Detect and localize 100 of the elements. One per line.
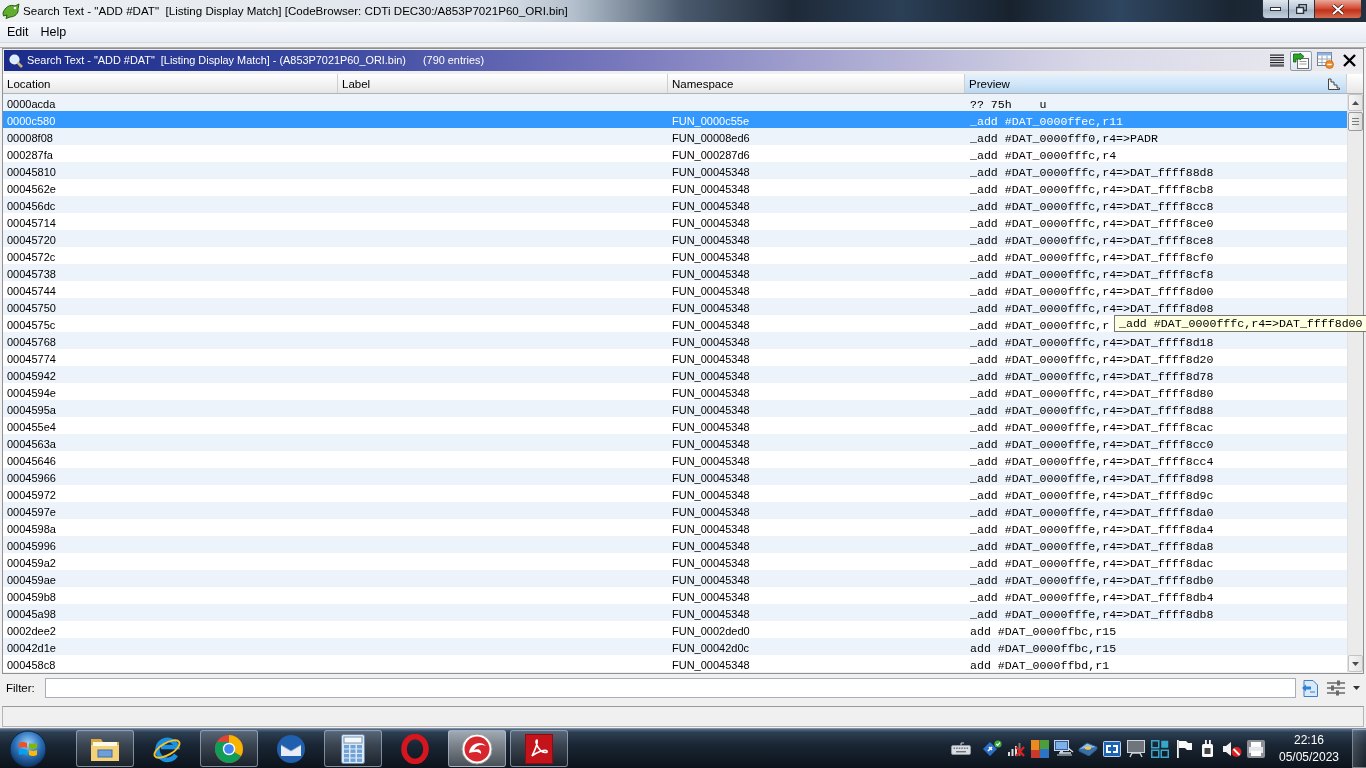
table-row[interactable]: 00045744 FUN_00045348 _add #DAT_0000fffc,r4=>DAT_ffff8d00 [3, 281, 1347, 298]
preview-cell-text: _add #DAT_0000fffe,r4=>DAT_ffff8da8 [969, 539, 1214, 555]
taskbar-button[interactable] [76, 730, 134, 767]
signal-off-icon[interactable] [1007, 740, 1025, 757]
preview-cell-text: _add #DAT_0000fffe,r4=>DAT_ffff8d98 [969, 471, 1214, 487]
table-row[interactable]: 00008f08 FUN_00008ed6 _add #DAT_0000fff0,r4=>PADR [3, 128, 1347, 145]
table-row[interactable]: 0004563a FUN_00045348 _add #DAT_0000fffe,r4=>DAT_ffff8cc0 [3, 434, 1347, 451]
location-cell-text: 0000c580 [6, 114, 56, 129]
table-row[interactable]: 00045714 FUN_00045348 _add #DAT_0000fffc,r4=>DAT_ffff8ce0 [3, 213, 1347, 230]
table-row[interactable]: 00045738 FUN_00045348 _add #DAT_0000fffc,r4=>DAT_ffff8cf8 [3, 264, 1347, 281]
table-row[interactable]: 0004598a FUN_00045348 _add #DAT_0000fffe,r4=>DAT_ffff8da4 [3, 519, 1347, 536]
start-orb-icon [9, 729, 47, 768]
square-logo-icon[interactable] [1103, 740, 1121, 757]
preview-cell-text: _add #DAT_0000fffe,r4=>DAT_ffff8db8 [969, 607, 1214, 623]
sliders-icon[interactable] [1327, 680, 1345, 696]
table-row[interactable]: 00045996 FUN_00045348 _add #DAT_0000fffe,r4=>DAT_ffff8da8 [3, 536, 1347, 553]
scroll-down-button[interactable] [1348, 655, 1363, 672]
table-row[interactable]: 0004595a FUN_00045348 _add #DAT_0000fffc,r4=>DAT_ffff8d88 [3, 400, 1347, 417]
namespace-cell-text: FUN_00045348 [671, 386, 750, 401]
flag-icon[interactable] [1176, 739, 1192, 758]
table-row[interactable]: 00045646 FUN_00045348 _add #DAT_0000fffe,r4=>DAT_ffff8cc4 [3, 451, 1347, 468]
taskbar-button[interactable] [510, 730, 568, 767]
keyboard-icon[interactable] [951, 742, 971, 755]
restore-icon [1296, 4, 1307, 14]
preview-cell-text: _add #DAT_0000fffc,r4=>DAT_ffff8cb8 [969, 182, 1214, 198]
namespace-cell-text: FUN_00045348 [671, 233, 750, 248]
taskbar-button[interactable] [448, 730, 506, 767]
table-row[interactable]: 000459ae FUN_00045348 _add #DAT_0000fffe,r4=>DAT_ffff8db0 [3, 570, 1347, 587]
table-row[interactable]: 000459b8 FUN_00045348 _add #DAT_0000fffe,r4=>DAT_ffff8db4 [3, 587, 1347, 604]
table-row[interactable]: 00045720 FUN_00045348 _add #DAT_0000fffc,r4=>DAT_ffff8ce8 [3, 230, 1347, 247]
preview-cell-text: _add #DAT_0000fffc,r4=>DAT_ffff8cf8 [969, 267, 1214, 283]
table-row[interactable]: 00045972 FUN_00045348 _add #DAT_0000fffe,r4=>DAT_ffff8d9c [3, 485, 1347, 502]
namespace-cell-text: FUN_00045348 [671, 318, 750, 333]
preview-cell-text: _add #DAT_0000fff0,r4=>PADR [969, 131, 1158, 147]
leaf-icon [2, 3, 20, 19]
connection-check-icon[interactable] [982, 739, 1002, 758]
close-icon [1332, 3, 1344, 15]
table-row[interactable]: 00042d1e FUN_00042d0c add #DAT_0000ffbc,r15 [3, 638, 1347, 655]
grid-icon[interactable] [1151, 739, 1169, 758]
namespace-cell-text: FUN_00045348 [671, 284, 750, 299]
tiles-icon[interactable] [1031, 739, 1049, 758]
table-row[interactable]: 00045810 FUN_00045348 _add #DAT_0000fffc,r4=>DAT_ffff88d8 [3, 162, 1347, 179]
table-row[interactable]: 000456dc FUN_00045348 _add #DAT_0000fffc,r4=>DAT_ffff8cc8 [3, 196, 1347, 213]
table-row[interactable]: 000458c8 FUN_00045348 add #DAT_0000ffbd,r1 [3, 655, 1347, 672]
location-cell-text: 00045774 [6, 352, 56, 367]
table-row[interactable]: 0004562e FUN_00045348 _add #DAT_0000fffc,r4=>DAT_ffff8cb8 [3, 179, 1347, 196]
table-row[interactable]: 000459a2 FUN_00045348 _add #DAT_0000fffe,r4=>DAT_ffff8dac [3, 553, 1347, 570]
preview-cell-text: _add #DAT_0000fffc,r4=>DAT_ffff8d08 [969, 301, 1214, 317]
column-header[interactable]: Location [3, 74, 338, 93]
swirl-logo-icon [461, 732, 493, 765]
restore-button[interactable] [1289, 0, 1315, 19]
column-header[interactable]: Preview [965, 74, 1347, 93]
table-row[interactable]: 0004597e FUN_00045348 _add #DAT_0000fffe,r4=>DAT_ffff8da0 [3, 502, 1347, 519]
scanner-icon[interactable] [1078, 741, 1098, 756]
table-row[interactable]: 0000acda ?? 75h u [3, 94, 1347, 111]
minimize-button[interactable] [1262, 0, 1289, 19]
preview-cell-text: _add #DAT_0000fffc,r4=>DAT_ffff8d78 [969, 369, 1214, 385]
location-cell-text: 00008f08 [6, 131, 53, 146]
table-row[interactable]: 00045774 FUN_00045348 _add #DAT_0000fffc,r4=>DAT_ffff8d20 [3, 349, 1347, 366]
scrollbar-thumb[interactable] [1348, 112, 1363, 131]
close-button[interactable] [1315, 0, 1362, 19]
sort-icon [1328, 77, 1340, 90]
namespace-cell-text: FUN_00045348 [671, 352, 750, 367]
menu-item[interactable]: Edit [1, 22, 35, 42]
taskbar-button[interactable] [200, 730, 258, 767]
scroll-up-button[interactable] [1348, 94, 1363, 111]
location-cell-text: 000287fa [6, 148, 53, 163]
namespace-cell-text: FUN_00045348 [671, 182, 750, 197]
preview-cell-text: _add #DAT_0000fffc,r4=>DAT_ffff8cf0 [969, 250, 1214, 266]
table-row[interactable]: 00045a98 FUN_00045348 _add #DAT_0000fffe,r4=>DAT_ffff8db8 [3, 604, 1347, 621]
namespace-cell-text: FUN_00045348 [671, 301, 750, 316]
namespace-cell-text: FUN_00045348 [671, 335, 750, 350]
caret-down-icon[interactable] [1353, 686, 1360, 690]
document-arrow-icon[interactable] [1301, 679, 1318, 697]
power-plug-icon[interactable] [1200, 739, 1216, 758]
menu-item[interactable]: Help [34, 22, 73, 42]
namespace-cell-text: FUN_00045348 [671, 573, 750, 588]
table-row[interactable]: 0002dee2 FUN_0002ded0 add #DAT_0000ffbc,r15 [3, 621, 1347, 638]
table-row[interactable]: 00045750 FUN_00045348 _add #DAT_0000fffc,r4=>DAT_ffff8d08 [3, 298, 1347, 315]
column-header[interactable]: Label [338, 74, 668, 93]
show-desktop-button[interactable] [1352, 729, 1366, 768]
filter-input[interactable] [44, 678, 1296, 698]
table-row[interactable]: 000455e4 FUN_00045348 _add #DAT_0000fffe,r4=>DAT_ffff8cac [3, 417, 1347, 434]
table-row[interactable]: 0004594e FUN_00045348 _add #DAT_0000fffc,r4=>DAT_ffff8d80 [3, 383, 1347, 400]
table-row[interactable]: 00045942 FUN_00045348 _add #DAT_0000fffc,r4=>DAT_ffff8d78 [3, 366, 1347, 383]
namespace-cell-text: FUN_00045348 [671, 471, 750, 486]
preview-cell-text: _add #DAT_0000fffc,r4=>DAT_ffff8d00 [969, 284, 1214, 300]
monitor-icon[interactable] [1127, 739, 1145, 758]
window-title: Search Text - "ADD #DAT" [Listing Display Match] [CodeBrowser: CDTi DEC30:/A853P7021P60_ORI.bin] [23, 3, 568, 19]
computer-icon[interactable] [1054, 739, 1074, 758]
table-row[interactable]: 000287fa FUN_000287d6 _add #DAT_0000fffc,r4 [3, 145, 1347, 162]
location-cell-text: 00042d1e [6, 641, 56, 656]
namespace-cell-text: FUN_00045348 [671, 437, 750, 452]
table-row[interactable]: 0004572c FUN_00045348 _add #DAT_0000fffc,r4=>DAT_ffff8cf0 [3, 247, 1347, 264]
printer-icon[interactable] [1247, 739, 1265, 758]
table-row[interactable]: 00045768 FUN_00045348 _add #DAT_0000fffc,r4=>DAT_ffff8d18 [3, 332, 1347, 349]
taskbar-button[interactable] [324, 730, 382, 767]
volume-muted-icon[interactable] [1222, 739, 1242, 758]
namespace-cell-text: FUN_0002ded0 [671, 624, 750, 639]
table-row[interactable]: 00045966 FUN_00045348 _add #DAT_0000fffe,r4=>DAT_ffff8d98 [3, 468, 1347, 485]
